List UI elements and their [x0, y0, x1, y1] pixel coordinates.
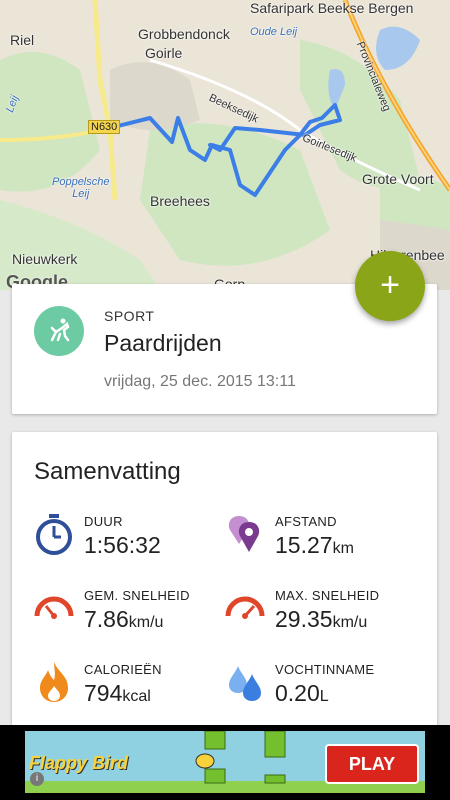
stat-calories: CALORIEËN 794kcal	[34, 660, 234, 720]
workout-datetime: vrijdag, 25 dec. 2015 13:11	[104, 373, 296, 390]
ad-play-button[interactable]: PLAY	[325, 744, 419, 784]
ad-logo: Flappy Bird	[29, 753, 129, 773]
stat-label: DUUR	[84, 514, 123, 529]
stat-max-speed: MAX. SNELHEID 29.35km/u	[225, 586, 425, 646]
map-label-nieuwkerk: Nieuwkerk	[12, 251, 78, 267]
map-label-riel: Riel	[10, 32, 35, 48]
stat-label: GEM. SNELHEID	[84, 588, 190, 603]
stat-value: 794kcal	[84, 680, 151, 706]
ad-content[interactable]: Flappy Bird PLAY	[25, 731, 425, 793]
summary-title: Samenvatting	[34, 458, 181, 485]
stat-label: MAX. SNELHEID	[275, 588, 380, 603]
map-label-grobbendonck: Grobbendonck	[138, 26, 230, 42]
map-label-safaripark: Safaripark Beekse Bergen	[250, 0, 414, 16]
map-label-grote-voort: Grote Voort	[362, 171, 434, 187]
stat-value: 0.20L	[275, 680, 329, 706]
map-label-oude-leij: Oude Leij	[250, 26, 298, 38]
flame-icon	[34, 660, 74, 704]
add-button[interactable]: +	[355, 251, 425, 321]
sport-name: Paardrijden	[104, 330, 222, 356]
stat-value: 7.86km/u	[84, 606, 164, 632]
stat-avg-speed: GEM. SNELHEID 7.86km/u	[34, 586, 234, 646]
stat-value: 1:56:32	[84, 532, 161, 558]
stat-water-intake: VOCHTINNAME 0.20L	[225, 660, 425, 720]
summary-card: Samenvatting DUUR 1:56:32 AFSTAND 15.27k…	[12, 432, 437, 732]
map-label-goirle: Goirle	[145, 45, 183, 61]
map-label-poppelsche-leij: Poppelsche Leij	[52, 176, 110, 200]
stat-label: VOCHTINNAME	[275, 662, 375, 677]
stat-value: 15.27km	[275, 532, 354, 558]
stat-label: AFSTAND	[275, 514, 337, 529]
map-label-breehees: Breehees	[150, 193, 210, 209]
stopwatch-icon	[34, 512, 74, 556]
stat-distance: AFSTAND 15.27km	[225, 512, 425, 572]
stat-value: 29.35km/u	[275, 606, 368, 632]
speedometer-max-icon	[225, 586, 265, 630]
ad-info-icon[interactable]: i	[30, 772, 44, 786]
stat-label: CALORIEËN	[84, 662, 162, 677]
ad-banner[interactable]: Flappy Bird PLAY	[0, 725, 450, 800]
speedometer-icon	[34, 586, 74, 630]
location-pins-icon	[225, 512, 265, 556]
horse-riding-icon	[34, 306, 84, 356]
water-drops-icon	[225, 660, 265, 704]
sport-label: SPORT	[104, 308, 155, 324]
route-map[interactable]: Safaripark Beekse Bergen Riel Grobbendon…	[0, 0, 450, 290]
road-sign-n630: N630	[88, 120, 121, 134]
stat-duration: DUUR 1:56:32	[34, 512, 234, 572]
